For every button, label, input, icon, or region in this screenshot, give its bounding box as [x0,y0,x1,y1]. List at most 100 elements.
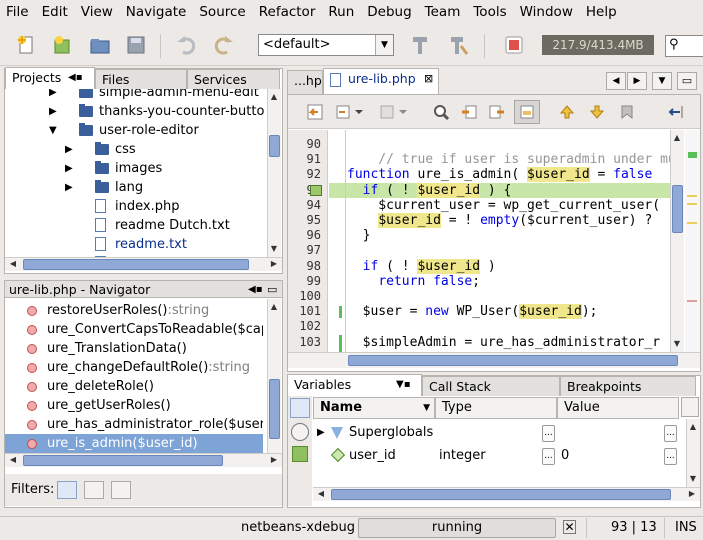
code-line[interactable] [329,319,670,334]
scroll-thumb[interactable] [331,489,671,500]
scroll-tabs-left-icon[interactable]: ◀ [606,72,626,90]
forward-icon[interactable] [376,100,412,124]
sort-icon[interactable]: ▼ [423,398,430,418]
filter-static-icon[interactable] [84,481,104,499]
menu-source[interactable]: Source [193,0,252,24]
tab-variables[interactable]: Variables ▼▪ [287,374,422,396]
occurrence-mark[interactable] [687,195,697,197]
scroll-thumb[interactable] [269,135,280,157]
scroll-right-icon[interactable]: ▶ [268,454,280,466]
current-debug-line[interactable]: if ( ! $user_id ) { [329,182,670,198]
toggle-bookmark-icon[interactable] [614,100,640,124]
menu-refactor[interactable]: Refactor [253,0,323,24]
undo-icon[interactable] [172,31,200,59]
code-line[interactable]: return false; [329,274,670,289]
previous-bookmark-icon[interactable] [554,100,580,124]
chevron-right-icon[interactable]: ▶ [65,159,73,178]
search-input[interactable]: ⚲ [665,35,703,57]
configuration-select[interactable]: <default> ▼ [258,34,394,56]
tab-breakpoints[interactable]: Breakpoints [560,376,696,396]
column-header-type[interactable]: Type [435,397,557,419]
menu-tools[interactable]: Tools [467,0,513,24]
editor-horizontal-scrollbar[interactable] [288,352,700,368]
code-line[interactable]: $simpleAdmin = ure_has_administrator_r [329,335,670,350]
filter-fields-icon[interactable] [57,481,77,499]
menu-view[interactable]: View [75,0,120,24]
type-ellipsis-button[interactable]: ... [542,448,555,465]
value-ellipsis-button[interactable]: ... [664,448,677,465]
scroll-thumb[interactable] [672,185,683,233]
new-file-icon[interactable] [12,31,40,59]
code-line[interactable]: } [329,228,670,243]
variables-horizontal-scrollbar[interactable]: ◀ ▶ [313,487,700,501]
chevron-down-icon[interactable]: ▼ [375,35,393,55]
tab-files[interactable]: Files [95,69,187,89]
toggle-highlight-search-icon[interactable] [514,100,540,124]
navigator-horizontal-scrollbar[interactable]: ◀ ▶ [5,453,282,467]
new-watch-icon[interactable] [292,446,308,462]
menu-file[interactable]: File [0,0,36,24]
minimize-icon[interactable]: ▭ [267,281,277,299]
projects-vertical-scrollbar[interactable]: ▲ ▼ [267,89,281,257]
scroll-thumb[interactable] [269,379,280,439]
scroll-up-icon[interactable]: ▲ [671,132,683,144]
build-hammer-icon[interactable] [406,31,434,59]
chevron-right-icon[interactable]: ▶ [65,178,73,197]
code-line[interactable]: function ure_is_admin( $user_id = false [329,167,670,183]
filter-private-icon[interactable] [111,481,131,499]
code-line[interactable]: $user_id = ! empty($current_user) ? [329,213,670,228]
tree-item[interactable]: readme.txt [5,235,267,254]
tree-item[interactable]: ▶ images [5,159,267,178]
show-watches-icon[interactable] [290,398,310,418]
last-edit-icon[interactable] [302,100,328,124]
scroll-left-icon[interactable]: ◀ [7,258,19,270]
stop-debug-icon[interactable] [500,31,528,59]
navigator-item[interactable]: ure_has_administrator_role($user [5,415,263,434]
menu-help[interactable]: Help [580,0,624,24]
open-project-icon[interactable] [86,31,114,59]
navigator-item[interactable]: ure_ConvertCapsToReadable($cap [5,320,263,339]
projects-horizontal-scrollbar[interactable]: ◀ ▶ [5,257,282,271]
variable-row[interactable]: ▶ Superglobals...... [313,423,686,445]
chevron-right-icon[interactable]: ▶ [317,423,325,442]
code-line[interactable] [329,137,670,152]
tree-item[interactable]: readme Dutch.txt [5,216,267,235]
code-line[interactable] [329,243,670,258]
occurrence-mark[interactable] [687,203,697,205]
find-selection-icon[interactable] [428,100,454,124]
chevron-right-icon[interactable]: ▶ [49,89,57,102]
find-previous-icon[interactable] [456,100,482,124]
navigator-item[interactable]: ure_is_admin($user_id) [5,434,263,453]
chevron-down-icon[interactable]: ▼ [49,121,57,140]
clean-build-icon[interactable] [444,31,472,59]
new-project-icon[interactable] [48,31,76,59]
scroll-left-icon[interactable]: ◀ [7,454,19,466]
tab-editor-other[interactable]: ...hp [287,70,323,94]
navigator-item[interactable]: ure_deleteRole() [5,377,263,396]
navigator-item[interactable]: ure_changeDefaultRole():string [5,358,263,377]
menu-run[interactable]: Run [322,0,361,24]
scroll-up-icon[interactable]: ▲ [268,301,280,313]
evaluate-icon[interactable] [291,423,309,441]
scroll-tabs-right-icon[interactable]: ▶ [627,72,647,90]
error-mark[interactable] [687,300,697,302]
menu-debug[interactable]: Debug [361,0,418,24]
menu-window[interactable]: Window [514,0,580,24]
tree-item[interactable]: ▶ lang [5,178,267,197]
close-tab-icon[interactable]: ⊠ [424,69,433,88]
menu-navigate[interactable]: Navigate [120,0,194,24]
scroll-up-icon[interactable]: ▲ [268,91,280,103]
tree-item[interactable]: ▶ css [5,140,267,159]
shift-left-icon[interactable] [664,100,690,124]
variable-row[interactable]: user_id integer... 0... [313,446,686,468]
redo-icon[interactable] [210,31,238,59]
find-next-icon[interactable] [484,100,510,124]
cancel-task-icon[interactable]: ✕ [563,520,576,534]
next-bookmark-icon[interactable] [584,100,610,124]
tab-projects[interactable]: Projects ◀▪ [5,67,95,89]
tab-menu-icon[interactable]: ◀▪ [68,68,82,87]
navigator-menu-icon[interactable]: ◀▪ [248,281,262,299]
type-ellipsis-button[interactable]: ... [542,425,555,442]
scroll-down-icon[interactable]: ▼ [268,243,280,255]
code-line[interactable]: $current_user = wp_get_current_user( [329,198,670,213]
